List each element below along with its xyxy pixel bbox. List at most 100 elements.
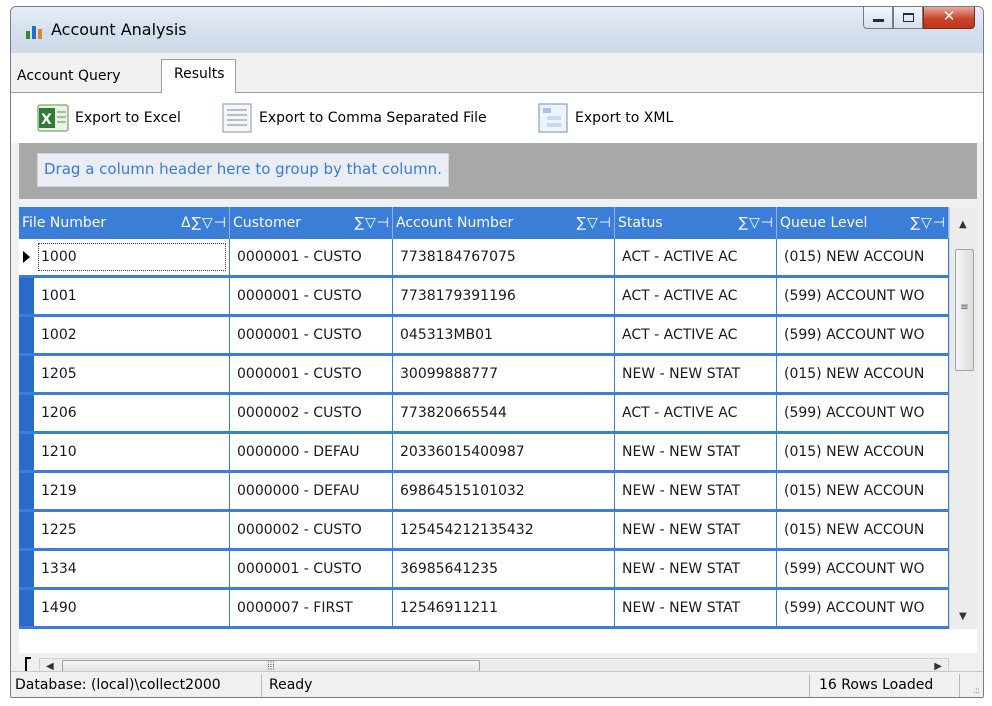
vertical-scrollbar[interactable]: ▲ ≡ ▼ <box>949 207 977 629</box>
column-tools-icon[interactable]: ∑▽⊣ <box>911 207 946 239</box>
cell-queue-level[interactable]: (015) NEW ACCOUN <box>777 239 949 275</box>
cell-account-number[interactable]: 30099888777 <box>393 356 615 392</box>
cell-customer[interactable]: 0000001 - CUSTO <box>230 317 393 353</box>
row-selector[interactable] <box>19 434 34 470</box>
row-selector[interactable] <box>19 356 34 392</box>
cell-queue-level[interactable]: (599) ACCOUNT WO <box>777 278 949 314</box>
cell-customer[interactable]: 0000001 - CUSTO <box>230 239 393 275</box>
cell-status[interactable]: ACT - ACTIVE AC <box>615 239 777 275</box>
cell-queue-level[interactable]: (599) ACCOUNT WO <box>777 551 949 587</box>
cell-account-number[interactable]: 20336015400987 <box>393 434 615 470</box>
cell-file-number[interactable]: 1334 <box>34 551 230 587</box>
cell-status[interactable]: NEW - NEW STAT <box>615 590 777 626</box>
row-selector[interactable] <box>19 278 34 314</box>
cell-account-number[interactable]: 7738184767075 <box>393 239 615 275</box>
tab-results[interactable]: Results <box>161 59 236 94</box>
cell-customer[interactable]: 0000002 - CUSTO <box>230 395 393 431</box>
row-selector[interactable] <box>19 551 34 587</box>
cell-account-number[interactable]: 7738179391196 <box>393 278 615 314</box>
table-row[interactable]: 1219 0000000 - DEFAU 69864515101032 NEW - N… <box>19 473 949 512</box>
cell-queue-level[interactable]: (599) ACCOUNT WO <box>777 317 949 353</box>
column-tools-icon[interactable]: Δ∑▽⊣ <box>181 207 227 239</box>
column-header-account-number[interactable]: Account Number ∑▽⊣ <box>393 207 615 239</box>
cell-customer[interactable]: 0000001 - CUSTO <box>230 278 393 314</box>
column-header-label: Queue Level <box>780 215 868 231</box>
table-row[interactable]: 1000 0000001 - CUSTO 7738184767075 ACT - AC… <box>19 239 949 278</box>
export-csv-button[interactable]: Export to Comma Separated File <box>221 100 487 136</box>
table-row[interactable]: 1206 0000002 - CUSTO 773820665544 ACT - ACT… <box>19 395 949 434</box>
cell-queue-level[interactable]: (599) ACCOUNT WO <box>777 590 949 626</box>
close-button[interactable]: ✕ <box>923 7 975 29</box>
column-header-file-number[interactable]: File Number Δ∑▽⊣ <box>19 207 230 239</box>
table-row[interactable]: 1205 0000001 - CUSTO 30099888777 NEW - NEW … <box>19 356 949 395</box>
cell-status[interactable]: NEW - NEW STAT <box>615 356 777 392</box>
tab-strip: Account Query Results <box>11 53 983 94</box>
cell-status[interactable]: NEW - NEW STAT <box>615 473 777 509</box>
cell-queue-level[interactable]: (015) NEW ACCOUN <box>777 356 949 392</box>
table-row[interactable]: 1001 0000001 - CUSTO 7738179391196 ACT - AC… <box>19 278 949 317</box>
scroll-up-arrow-icon[interactable]: ▲ <box>959 219 967 230</box>
cell-account-number[interactable]: 773820665544 <box>393 395 615 431</box>
table-row[interactable]: 1225 0000002 - CUSTO 125454212135432 NEW - … <box>19 512 949 551</box>
minimize-button[interactable] <box>863 7 893 29</box>
cell-queue-level[interactable]: (015) NEW ACCOUN <box>777 512 949 548</box>
cell-status[interactable]: NEW - NEW STAT <box>615 551 777 587</box>
resize-grip-icon[interactable]: .:: <box>973 686 980 696</box>
row-selector[interactable] <box>19 239 34 275</box>
cell-status[interactable]: ACT - ACTIVE AC <box>615 395 777 431</box>
cell-file-number[interactable]: 1210 <box>34 434 230 470</box>
row-selector[interactable] <box>19 317 34 353</box>
tab-account-query[interactable]: Account Query <box>17 68 121 84</box>
cell-file-number[interactable]: 1219 <box>34 473 230 509</box>
row-selector[interactable] <box>19 473 34 509</box>
column-header-customer[interactable]: Customer ∑▽⊣ <box>230 207 393 239</box>
title-bar[interactable]: Account Analysis ✕ <box>11 7 983 53</box>
column-tools-icon[interactable]: ∑▽⊣ <box>355 207 390 239</box>
cell-customer[interactable]: 0000001 - CUSTO <box>230 356 393 392</box>
cell-file-number[interactable]: 1205 <box>34 356 230 392</box>
cell-customer[interactable]: 0000001 - CUSTO <box>230 551 393 587</box>
cell-file-number[interactable]: 1206 <box>34 395 230 431</box>
cell-customer[interactable]: 0000000 - DEFAU <box>230 434 393 470</box>
cell-status[interactable]: NEW - NEW STAT <box>615 434 777 470</box>
row-selector[interactable] <box>19 512 34 548</box>
cell-status[interactable]: ACT - ACTIVE AC <box>615 317 777 353</box>
export-excel-button[interactable]: X Export to Excel <box>37 100 181 136</box>
cell-file-number[interactable]: 1001 <box>34 278 230 314</box>
column-tools-icon[interactable]: ∑▽⊣ <box>739 207 774 239</box>
cell-account-number[interactable]: 12546911211 <box>393 590 615 626</box>
table-row[interactable]: 1210 0000000 - DEFAU 20336015400987 NEW - N… <box>19 434 949 473</box>
row-selector[interactable] <box>19 395 34 431</box>
row-selector[interactable] <box>19 590 34 626</box>
column-header-queue-level[interactable]: Queue Level ∑▽⊣ <box>777 207 949 239</box>
cell-file-number[interactable]: 1490 <box>34 590 230 626</box>
maximize-button[interactable] <box>893 7 923 29</box>
group-by-hint: Drag a column header here to group by th… <box>37 153 449 187</box>
status-rows-loaded: 16 Rows Loaded <box>819 677 934 693</box>
table-row[interactable]: 1002 0000001 - CUSTO 045313MB01 ACT - ACTIV… <box>19 317 949 356</box>
vertical-scroll-thumb[interactable]: ≡ <box>955 249 974 371</box>
group-by-panel[interactable]: Drag a column header here to group by th… <box>19 143 977 199</box>
table-row[interactable]: 1490 0000007 - FIRST 12546911211 NEW - NEW … <box>19 590 949 629</box>
cell-account-number[interactable]: 69864515101032 <box>393 473 615 509</box>
cell-customer[interactable]: 0000002 - CUSTO <box>230 512 393 548</box>
cell-file-number[interactable]: 1002 <box>34 317 230 353</box>
cell-queue-level[interactable]: (599) ACCOUNT WO <box>777 395 949 431</box>
cell-account-number[interactable]: 045313MB01 <box>393 317 615 353</box>
column-header-status[interactable]: Status ∑▽⊣ <box>615 207 777 239</box>
cell-account-number[interactable]: 125454212135432 <box>393 512 615 548</box>
cell-file-number[interactable]: 1000 <box>34 239 230 275</box>
export-toolbar: X Export to Excel Export to Comma Separa… <box>11 93 983 143</box>
cell-status[interactable]: NEW - NEW STAT <box>615 512 777 548</box>
cell-queue-level[interactable]: (015) NEW ACCOUN <box>777 434 949 470</box>
cell-account-number[interactable]: 36985641235 <box>393 551 615 587</box>
cell-queue-level[interactable]: (015) NEW ACCOUN <box>777 473 949 509</box>
table-row[interactable]: 1334 0000001 - CUSTO 36985641235 NEW - NEW … <box>19 551 949 590</box>
scroll-down-arrow-icon[interactable]: ▼ <box>959 611 967 622</box>
cell-file-number[interactable]: 1225 <box>34 512 230 548</box>
cell-customer[interactable]: 0000000 - DEFAU <box>230 473 393 509</box>
column-tools-icon[interactable]: ∑▽⊣ <box>577 207 612 239</box>
cell-status[interactable]: ACT - ACTIVE AC <box>615 278 777 314</box>
export-xml-button[interactable]: Export to XML <box>537 100 673 136</box>
cell-customer[interactable]: 0000007 - FIRST <box>230 590 393 626</box>
